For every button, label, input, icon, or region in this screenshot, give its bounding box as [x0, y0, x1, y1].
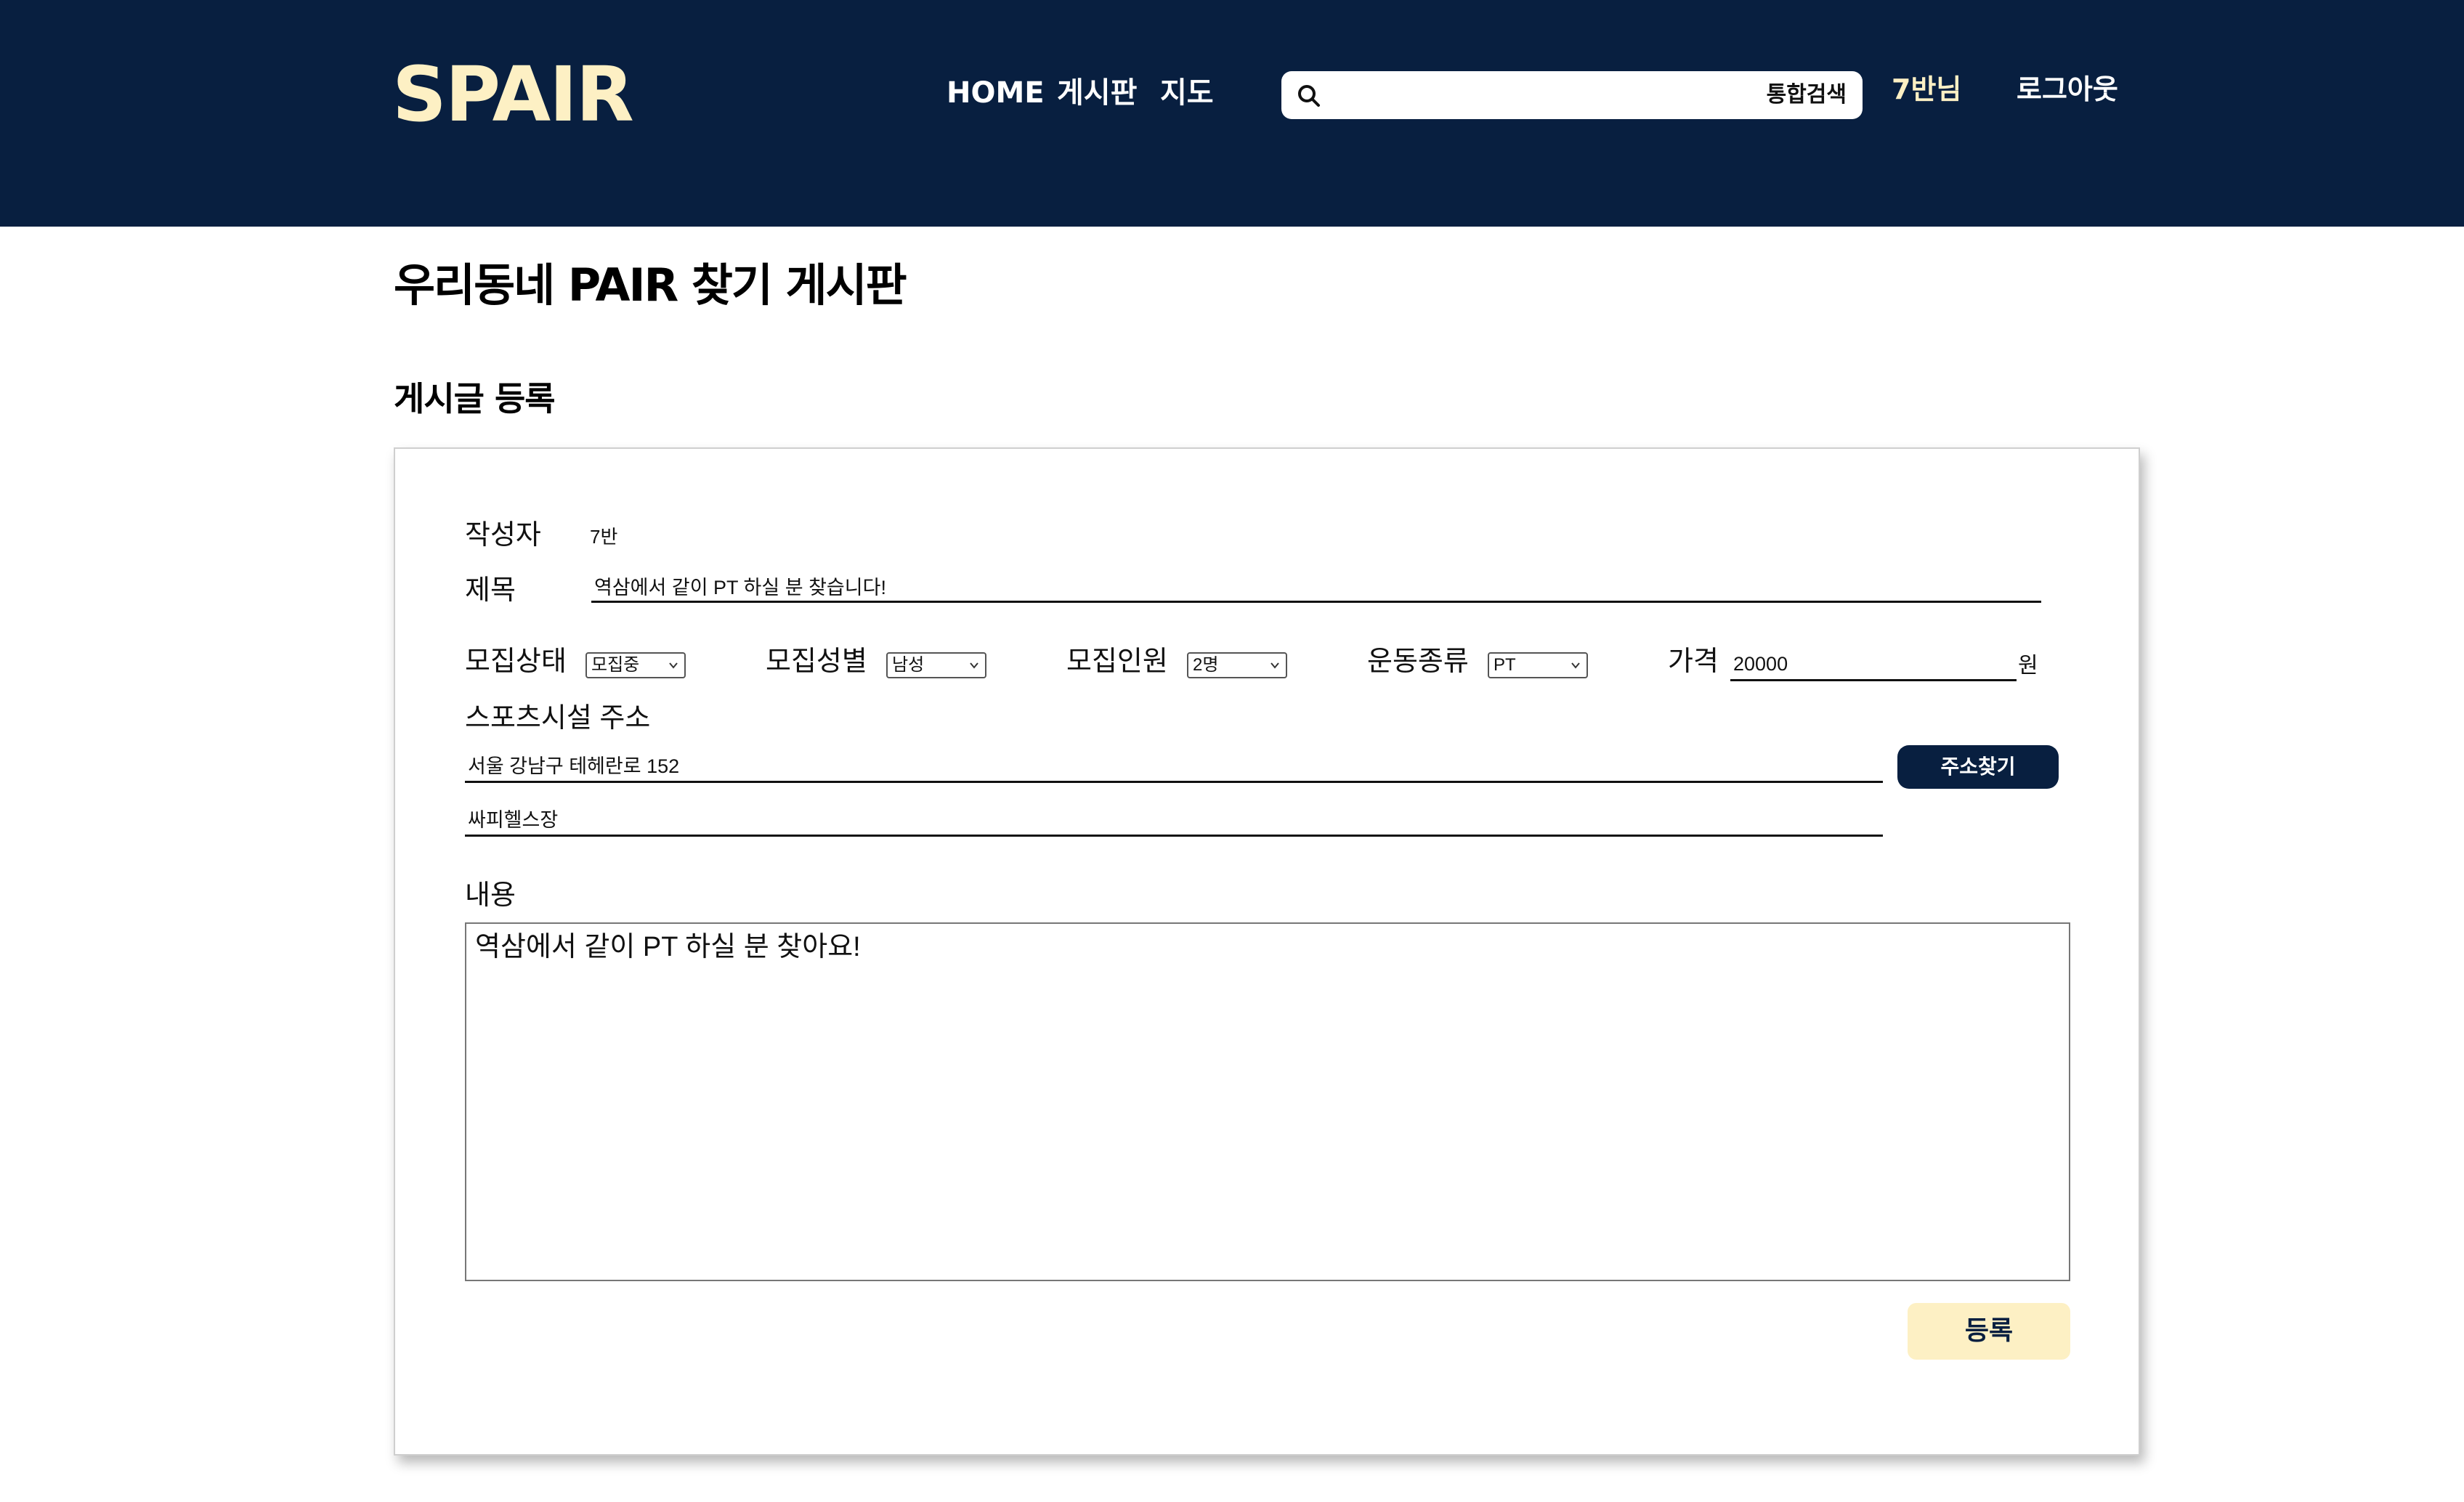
- status-select-value: 모집중: [591, 655, 640, 675]
- content-label: 내용: [465, 880, 516, 911]
- page-title: 우리동네 PAIR 찾기 게시판: [394, 259, 907, 312]
- title-input[interactable]: [591, 571, 2041, 603]
- count-label: 모집인원: [1066, 646, 1168, 677]
- price-unit: 원: [2018, 654, 2038, 678]
- status-select[interactable]: 모집중: [585, 652, 686, 678]
- chevron-down-icon: [970, 662, 978, 669]
- price-label: 가격: [1668, 646, 1719, 677]
- facility-input[interactable]: [465, 802, 1883, 837]
- gender-select[interactable]: 남성: [886, 652, 986, 678]
- title-label: 제목: [465, 575, 516, 606]
- post-form-card: 작성자 7반 제목 모집상태 모집중 모집성별 남성 모집인원 2명 운동종류 …: [394, 447, 2140, 1456]
- gender-select-value: 남성: [892, 655, 925, 675]
- submit-button[interactable]: 등록: [1908, 1303, 2070, 1360]
- nav-home[interactable]: HOME: [947, 78, 1045, 107]
- section-title: 게시글 등록: [394, 379, 556, 418]
- top-header: SPAIR HOME 게시판 지도 통합검색 7반님 로그아웃: [0, 0, 2464, 227]
- user-name: 7반님: [1892, 73, 1962, 105]
- address-input[interactable]: [465, 748, 1883, 783]
- exercise-select-value: PT: [1494, 655, 1516, 675]
- search-icon[interactable]: [1294, 81, 1324, 110]
- chevron-down-icon: [669, 662, 678, 669]
- logout-link[interactable]: 로그아웃: [2017, 76, 2118, 103]
- exercise-select[interactable]: PT: [1488, 652, 1588, 678]
- nav-map[interactable]: 지도: [1160, 78, 1214, 107]
- count-select-value: 2명: [1193, 655, 1219, 675]
- chevron-down-icon: [1270, 662, 1279, 669]
- integrated-search-button[interactable]: 통합검색: [1767, 81, 1847, 109]
- nav-board[interactable]: 게시판: [1057, 78, 1137, 107]
- search-input[interactable]: [1332, 77, 1710, 113]
- author-label: 작성자: [465, 520, 541, 551]
- exercise-label: 운동종류: [1367, 646, 1469, 677]
- search-bar: 통합검색: [1281, 71, 1863, 119]
- content-textarea[interactable]: 역삼에서 같이 PT 하실 분 찾아요!: [465, 922, 2070, 1281]
- status-label: 모집상태: [465, 646, 567, 677]
- site-logo[interactable]: SPAIR: [392, 57, 634, 132]
- author-value: 7반: [590, 526, 618, 548]
- find-address-button[interactable]: 주소찾기: [1897, 745, 2059, 789]
- count-select[interactable]: 2명: [1187, 652, 1287, 678]
- price-input[interactable]: [1730, 649, 2017, 681]
- address-label: 스포츠시설 주소: [465, 703, 651, 734]
- chevron-down-icon: [1571, 662, 1580, 669]
- gender-label: 모집성별: [766, 646, 867, 677]
